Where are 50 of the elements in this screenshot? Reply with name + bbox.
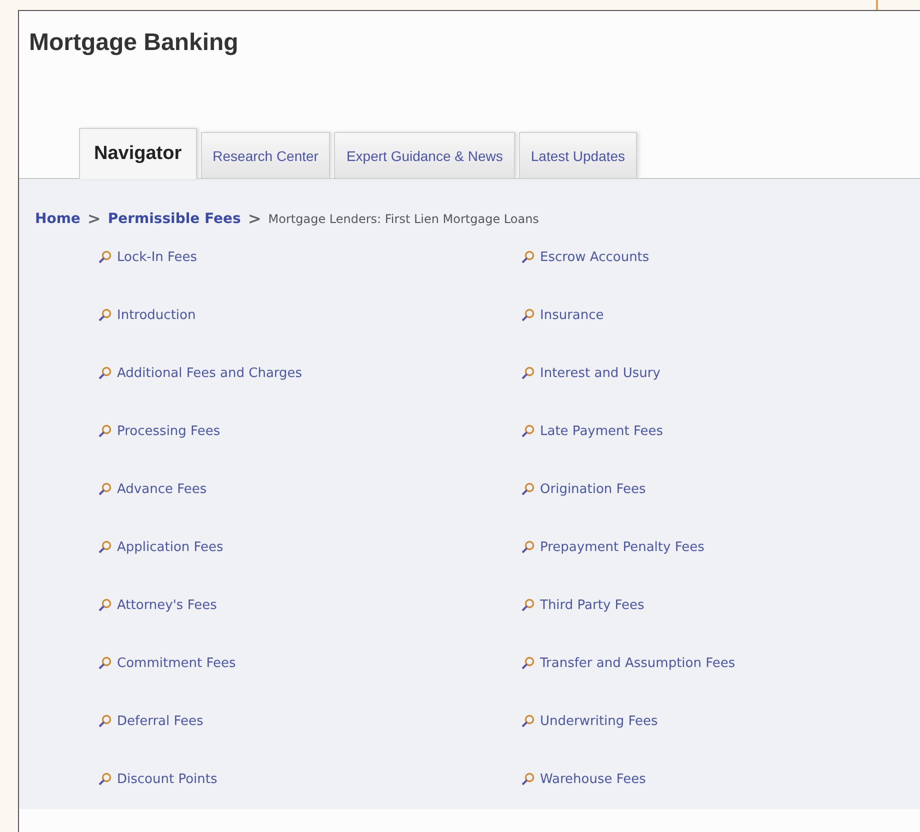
search-icon <box>521 714 535 728</box>
search-icon <box>521 424 535 438</box>
topic-link[interactable]: Underwriting Fees <box>540 714 658 728</box>
search-icon <box>98 598 112 612</box>
search-icon <box>98 540 112 554</box>
topic-link[interactable]: Transfer and Assumption Fees <box>540 656 736 670</box>
search-icon <box>98 772 112 786</box>
topic-link[interactable]: Lock-In Fees <box>117 250 198 264</box>
topic-link[interactable]: Commitment Fees <box>117 656 236 670</box>
topic-link[interactable]: Introduction <box>117 308 196 322</box>
breadcrumb-separator: > <box>87 209 101 228</box>
breadcrumb-link[interactable]: Permissible Fees <box>108 210 241 226</box>
search-icon <box>521 656 535 670</box>
topic-link[interactable]: Interest and Usury <box>540 366 660 380</box>
topic-link[interactable]: Discount Points <box>117 772 218 786</box>
tab[interactable]: Navigator <box>79 128 197 179</box>
topic-link[interactable]: Additional Fees and Charges <box>117 366 302 380</box>
tab[interactable]: Latest Updates <box>518 132 638 178</box>
topic-link[interactable]: Escrow Accounts <box>540 250 650 264</box>
topic-link[interactable]: Deferral Fees <box>117 714 204 728</box>
search-icon <box>98 656 112 670</box>
topic-link[interactable]: Late Payment Fees <box>540 424 664 438</box>
breadcrumb-link[interactable]: Home <box>35 210 80 226</box>
breadcrumb-separator: > <box>248 209 262 228</box>
topic-link[interactable]: Warehouse Fees <box>540 772 646 786</box>
search-icon <box>98 714 112 728</box>
page-title: Mortgage Banking <box>28 28 240 58</box>
topic-link[interactable]: Advance Fees <box>117 482 207 496</box>
search-icon <box>98 308 112 322</box>
search-icon <box>521 250 535 264</box>
topic-link[interactable]: Processing Fees <box>117 424 220 438</box>
topic-link[interactable]: Origination Fees <box>540 482 646 496</box>
tab[interactable]: Expert Guidance & News <box>334 132 515 178</box>
search-icon <box>521 772 535 786</box>
topic-link[interactable]: Prepayment Penalty Fees <box>540 540 704 554</box>
tab[interactable]: Research Center <box>200 132 330 178</box>
search-icon <box>98 482 112 496</box>
search-icon <box>98 424 112 438</box>
topic-link[interactable]: Attorney's Fees <box>117 598 217 612</box>
breadcrumb-current: Mortgage Lenders: First Lien Mortgage Loans <box>268 212 539 226</box>
search-icon <box>521 482 535 496</box>
search-icon <box>98 250 112 264</box>
search-icon <box>521 366 535 380</box>
topic-link[interactable]: Application Fees <box>117 540 224 554</box>
search-icon <box>521 598 535 612</box>
search-icon <box>521 540 535 554</box>
topic-link[interactable]: Third Party Fees <box>540 598 644 612</box>
search-icon <box>521 308 535 322</box>
search-icon <box>98 366 112 380</box>
topic-link[interactable]: Insurance <box>540 308 604 322</box>
